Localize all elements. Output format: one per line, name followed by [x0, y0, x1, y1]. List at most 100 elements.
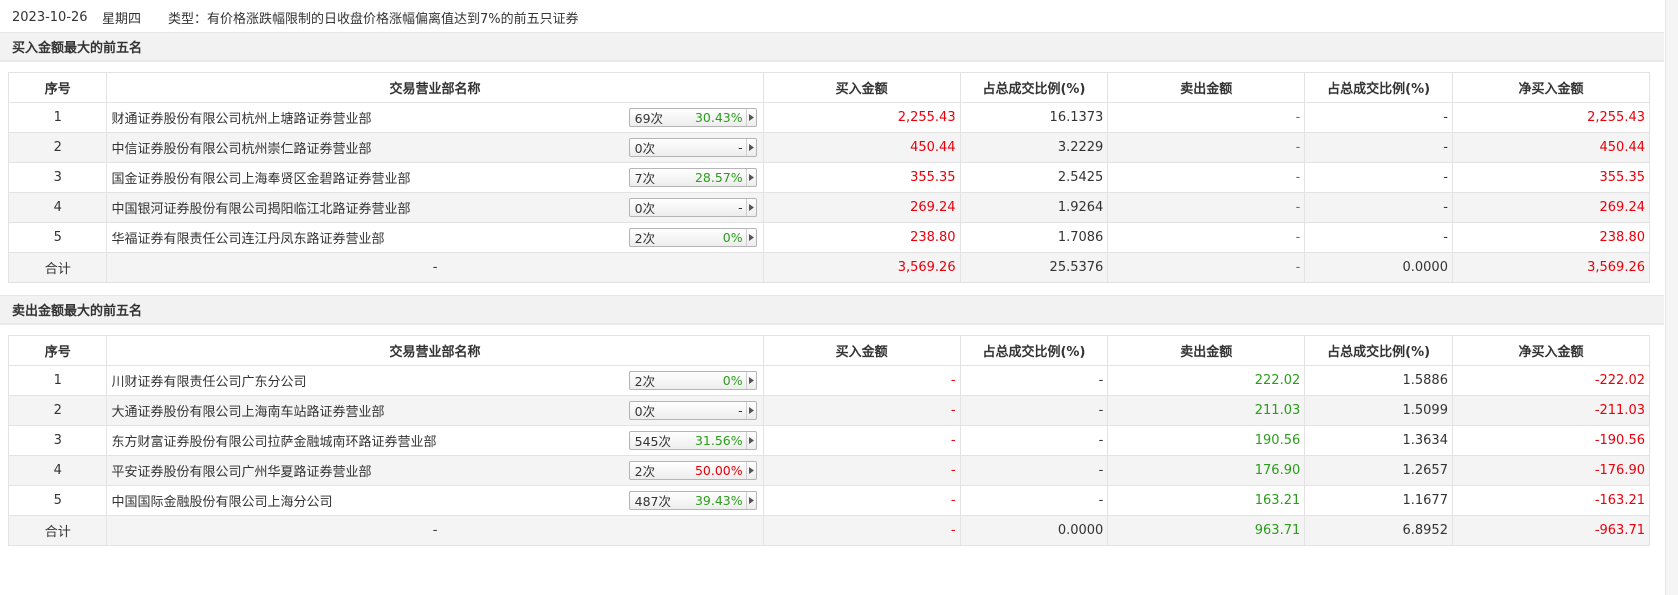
buy-ratio: 3.2229 [959, 132, 1109, 163]
branch-name-link[interactable]: 大通证券股份有限公司上海南车站路证券营业部 [111, 405, 384, 420]
sell-ratio: 1.5099 [1304, 395, 1453, 426]
table-row: 5 华福证券有限责任公司连江丹凤东路证券营业部 2次 0% 238.80 1.7086- -… [7, 222, 1651, 253]
branch-stats-badge[interactable]: 2次 50.00% [628, 461, 757, 480]
buy-ratio: 1.7086 [959, 222, 1109, 253]
success-rate: 0% [722, 230, 743, 245]
listing-count: 545次 [634, 434, 671, 449]
col-header-no: 序号 [7, 335, 108, 366]
total-buy-amount: 3,569.26 [762, 252, 961, 283]
listing-count: 69次 [634, 111, 664, 126]
buy-amount: 355.35 [762, 162, 961, 193]
net-buy-amount: 450.44 [1451, 132, 1651, 163]
table-row: 3 国金证券股份有限公司上海奉贤区金碧路证券营业部 7次 28.57% 355.35 2.… [7, 162, 1651, 193]
buy-amount: - [762, 485, 961, 516]
list-type-description: 类型：有价格涨跌幅限制的日收盘价格涨幅偏离值达到7%的前五只证券 [168, 11, 579, 27]
branch-stats-badge[interactable]: 7次 28.57% [628, 168, 757, 187]
success-rate: 28.57% [694, 170, 743, 185]
total-buy-ratio: 0.0000 [959, 515, 1109, 546]
branch-name-cell: 国金证券股份有限公司上海奉贤区金碧路证券营业部 7次 28.57% [106, 162, 764, 193]
total-sell-ratio: 6.8952 [1304, 515, 1453, 546]
caret-right-icon [745, 492, 756, 509]
total-sell-ratio: 0.0000 [1304, 252, 1453, 283]
success-rate: 39.43% [694, 493, 743, 508]
branch-stats-badge[interactable]: 0次 - [628, 401, 757, 420]
rank-number: 5 [7, 485, 108, 516]
col-header-branch-name: 交易营业部名称 [106, 72, 764, 103]
branch-name-link[interactable]: 东方财富证券股份有限公司拉萨金融城南环路证券营业部 [111, 435, 436, 450]
branch-name-cell: 财通证券股份有限公司杭州上塘路证券营业部 69次 30.43% [106, 102, 764, 133]
rank-number: 4 [7, 455, 108, 486]
branch-name-link[interactable]: 川财证券有限责任公司广东分公司 [111, 375, 306, 390]
branch-stats-badge[interactable]: 0次 - [628, 198, 757, 217]
table-row: 4 平安证券股份有限公司广州华夏路证券营业部 2次 50.00% - -176.90 1.2… [7, 455, 1651, 486]
success-rate: - [738, 200, 743, 215]
vertical-scrollbar[interactable] [1665, 0, 1678, 595]
success-rate: 31.56% [694, 433, 743, 448]
branch-name-link[interactable]: 平安证券股份有限公司广州华夏路证券营业部 [111, 465, 371, 480]
listing-count: 2次 [634, 464, 656, 479]
buy-amount: - [762, 365, 961, 396]
buy-ratio: - [959, 455, 1109, 486]
branch-name-link[interactable]: 财通证券股份有限公司杭州上塘路证券营业部 [111, 112, 371, 127]
table-row: 2 中信证券股份有限公司杭州崇仁路证券营业部 0次 -450.44 3.2229- -45… [7, 132, 1651, 163]
branch-stats-badge[interactable]: 69次 30.43% [628, 108, 757, 127]
caret-right-icon [745, 109, 756, 126]
success-rate: 30.43% [694, 110, 743, 125]
success-rate: - [738, 140, 743, 155]
branch-stats-badge[interactable]: 487次 39.43% [628, 491, 757, 510]
branch-name-link[interactable]: 中国银河证券股份有限公司揭阳临江北路证券营业部 [111, 202, 410, 217]
caret-right-icon [745, 229, 756, 246]
branch-stats-badge[interactable]: 2次 0% [628, 228, 757, 247]
branch-name-link[interactable]: 华福证券有限责任公司连江丹凤东路证券营业部 [111, 232, 384, 247]
listing-count: 0次 [634, 404, 656, 419]
sell-ratio: 1.3634 [1304, 425, 1453, 456]
buy-ratio: - [959, 395, 1109, 426]
rank-number: 2 [7, 395, 108, 426]
caret-right-icon [745, 402, 756, 419]
caret-right-icon [745, 432, 756, 449]
sell-amount: - [1107, 132, 1306, 163]
top-info-bar: 2023-10-26 星期四 类型：有价格涨跌幅限制的日收盘价格涨幅偏离值达到7… [0, 0, 1678, 34]
listing-count: 7次 [634, 171, 656, 186]
branch-name-link[interactable]: 国金证券股份有限公司上海奉贤区金碧路证券营业部 [111, 172, 410, 187]
col-header-sell-ratio: 占总成交比例(%) [1304, 72, 1453, 103]
sell-top5-table: 序号 交易营业部名称 买入金额 占总成交比例(%) 卖出金额 占总成交比例(%)… [7, 335, 1651, 546]
net-buy-amount: -163.21 [1451, 485, 1651, 516]
branch-name-link[interactable]: 中国国际金融股份有限公司上海分公司 [111, 495, 332, 510]
sell-ratio: 1.2657 [1304, 455, 1453, 486]
total-row: 合计 - -0.0000 963.71 6.8952 -963.71 [7, 515, 1651, 546]
branch-stats-badge[interactable]: 0次 - [628, 138, 757, 157]
sell-amount: 163.21 [1107, 485, 1306, 516]
col-header-sell-amount: 卖出金额 [1107, 335, 1306, 366]
rank-number: 1 [7, 102, 108, 133]
listing-count: 487次 [634, 494, 671, 509]
sell-ratio: - [1304, 192, 1453, 223]
net-buy-amount: -190.56 [1451, 425, 1651, 456]
total-net-buy: 3,569.26 [1451, 252, 1651, 283]
net-buy-amount: 355.35 [1451, 162, 1651, 193]
table-row: 5 中国国际金融股份有限公司上海分公司 487次 39.43% - -163.21 1.16… [7, 485, 1651, 516]
col-header-sell-amount: 卖出金额 [1107, 72, 1306, 103]
sell-ratio: - [1304, 162, 1453, 193]
buy-ratio: - [959, 485, 1109, 516]
branch-stats-badge[interactable]: 2次 0% [628, 371, 757, 390]
success-rate: 50.00% [694, 463, 743, 478]
buy-amount: - [762, 395, 961, 426]
table-row: 1 财通证券股份有限公司杭州上塘路证券营业部 69次 30.43% 2,255.43 16… [7, 102, 1651, 133]
table-header-row: 序号 交易营业部名称 买入金额 占总成交比例(%) 卖出金额 占总成交比例(%)… [7, 72, 1651, 103]
listing-count: 2次 [634, 231, 656, 246]
branch-name-link[interactable]: 中信证券股份有限公司杭州崇仁路证券营业部 [111, 142, 371, 157]
rank-number: 2 [7, 132, 108, 163]
col-header-no: 序号 [7, 72, 108, 103]
sell-section-title: 卖出金额最大的前五名 [0, 295, 1664, 325]
rank-number: 4 [7, 192, 108, 223]
buy-amount: - [762, 425, 961, 456]
caret-right-icon [745, 139, 756, 156]
sell-amount: 190.56 [1107, 425, 1306, 456]
total-label: 合计 [7, 252, 108, 283]
net-buy-amount: -211.03 [1451, 395, 1651, 426]
sell-ratio: - [1304, 222, 1453, 253]
caret-right-icon [745, 199, 756, 216]
branch-stats-badge[interactable]: 545次 31.56% [628, 431, 757, 450]
branch-name-cell: 大通证券股份有限公司上海南车站路证券营业部 0次 - [106, 395, 764, 426]
